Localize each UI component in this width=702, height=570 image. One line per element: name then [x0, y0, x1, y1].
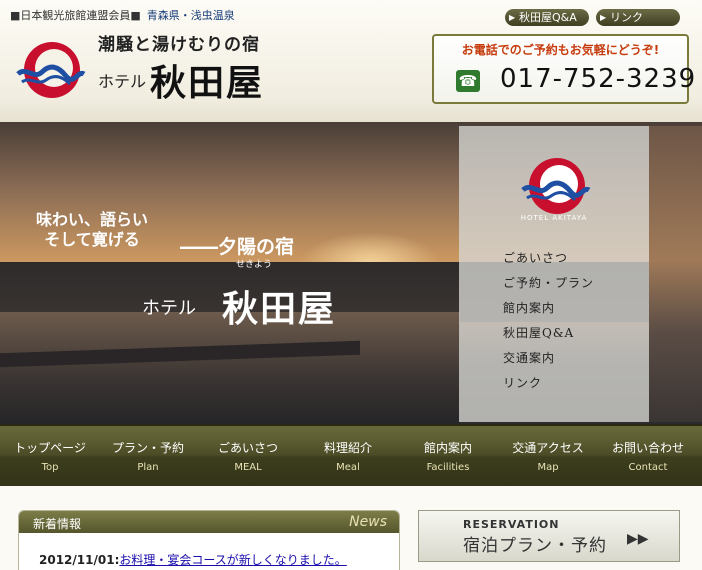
- hero-menu-access[interactable]: 交通案内: [503, 346, 594, 371]
- phone-icon: ☎: [456, 70, 480, 92]
- nav-label: ごあいさつ: [217, 441, 278, 455]
- nav-sublabel: Meal: [336, 462, 360, 473]
- qa-link-button[interactable]: 秋田屋Q&A: [505, 9, 589, 26]
- reservation-label-en: RESERVATION: [463, 518, 560, 531]
- hotel-prefix: ホテル: [98, 72, 147, 91]
- hero-menu-greeting[interactable]: ごあいさつ: [503, 246, 594, 271]
- hero-menu-reservation[interactable]: ご予約・プラン: [503, 271, 594, 296]
- news-panel: 新着情報 News 2012/11/01:お料理・宴会コースが新しくなりました。: [18, 510, 400, 570]
- hero-side-menu: HOTEL AKITAYA ごあいさつ ご予約・プラン 館内案内 秋田屋Q&A …: [459, 126, 649, 422]
- nav-top[interactable]: トップページ Top: [0, 426, 100, 486]
- nav-sublabel: MEAL: [234, 462, 262, 473]
- links-link-button[interactable]: リンク: [596, 9, 680, 26]
- news-link[interactable]: お料理・宴会コースが新しくなりました。: [119, 553, 346, 567]
- nav-label: プラン・予約: [111, 441, 184, 455]
- phone-note: お電話でのご予約もお気軽にどうぞ!: [461, 43, 660, 57]
- nav-label: 交通アクセス: [512, 441, 584, 455]
- hotel-logo-icon: [521, 158, 591, 214]
- hero-menu-facilities[interactable]: 館内案内: [503, 296, 594, 321]
- hero-banner: 味わい、語らい そして寛げる ――夕陽の宿 せきよう ホテル 秋田屋 HOTEL…: [0, 122, 702, 424]
- nav-access[interactable]: 交通アクセス Map: [498, 426, 598, 486]
- page: ■日本観光旅館連盟会員■ 青森県・浅虫温泉 潮騒と湯けむりの宿 ホテル 秋田屋 秋…: [0, 0, 702, 570]
- hotel-logo-label: HOTEL AKITAYA: [520, 214, 588, 222]
- news-header: 新着情報 News: [19, 511, 399, 533]
- catchphrase: 潮騒と湯けむりの宿: [98, 35, 260, 55]
- nav-plan[interactable]: プラン・予約 Plan: [98, 426, 198, 486]
- hero-tagline-line2: そして寛げる: [44, 230, 140, 249]
- region-text: 青森県・浅虫温泉: [146, 9, 235, 22]
- association-line: ■日本観光旅館連盟会員■ 青森県・浅虫温泉: [10, 7, 235, 23]
- nav-meal[interactable]: 料理紹介 Meal: [298, 426, 398, 486]
- hero-menu-qa[interactable]: 秋田屋Q&A: [503, 321, 594, 346]
- hero-hotel-name: 秋田屋: [222, 288, 337, 330]
- hero-slogan: ――夕陽の宿: [180, 236, 295, 258]
- nav-label: トップページ: [14, 441, 86, 455]
- nav-label: お問い合わせ: [611, 441, 684, 455]
- reservation-button[interactable]: RESERVATION 宿泊プラン・予約 ▶▶: [418, 510, 680, 562]
- nav-sublabel: Contact: [628, 462, 668, 473]
- news-date: 2012/11/01:: [39, 553, 120, 567]
- nav-sublabel: Plan: [137, 462, 159, 473]
- nav-sublabel: Facilities: [426, 462, 470, 473]
- hotel-logo-icon[interactable]: [16, 40, 86, 102]
- site-header: ■日本観光旅館連盟会員■ 青森県・浅虫温泉 潮騒と湯けむりの宿 ホテル 秋田屋 秋…: [0, 0, 702, 122]
- hero-tagline-line1: 味わい、語らい: [36, 210, 149, 229]
- nav-facilities[interactable]: 館内案内 Facilities: [398, 426, 498, 486]
- association-text: ■日本観光旅館連盟会員■: [10, 9, 141, 22]
- hero-hotel-prefix: ホテル: [142, 298, 196, 319]
- hero-menu-links[interactable]: リンク: [503, 371, 594, 396]
- nav-label: 館内案内: [423, 441, 472, 455]
- hero-tagline: 味わい、語らい そして寛げる: [36, 210, 148, 250]
- phone-number[interactable]: 017-752-3239: [500, 64, 696, 94]
- nav-greeting[interactable]: ごあいさつ MEAL: [198, 426, 298, 486]
- hero-slogan-ruby: せきよう: [236, 260, 273, 270]
- news-item: 2012/11/01:お料理・宴会コースが新しくなりました。: [39, 551, 347, 568]
- hero-right-strip: [649, 126, 702, 422]
- news-title-en: News: [349, 514, 387, 530]
- nav-contact[interactable]: お問い合わせ Contact: [598, 426, 698, 486]
- nav-label: 料理紹介: [323, 441, 372, 455]
- hero-menu-list: ごあいさつ ご予約・プラン 館内案内 秋田屋Q&A 交通案内 リンク: [503, 246, 594, 396]
- reservation-label: 宿泊プラン・予約: [463, 536, 607, 556]
- phone-reservation-box: お電話でのご予約もお気軽にどうぞ! ☎ 017-752-3239: [432, 34, 695, 104]
- global-nav: トップページ Top プラン・予約 Plan ごあいさつ MEAL 料理紹介 Meal …: [0, 424, 702, 486]
- hotel-name[interactable]: 秋田屋: [150, 54, 264, 106]
- nav-sublabel: Top: [41, 462, 59, 473]
- double-chevron-right-icon: ▶▶: [627, 531, 649, 547]
- news-title: 新着情報: [33, 517, 82, 531]
- content-area: 新着情報 News 2012/11/01:お料理・宴会コースが新しくなりました。…: [0, 486, 702, 570]
- nav-sublabel: Map: [537, 462, 559, 473]
